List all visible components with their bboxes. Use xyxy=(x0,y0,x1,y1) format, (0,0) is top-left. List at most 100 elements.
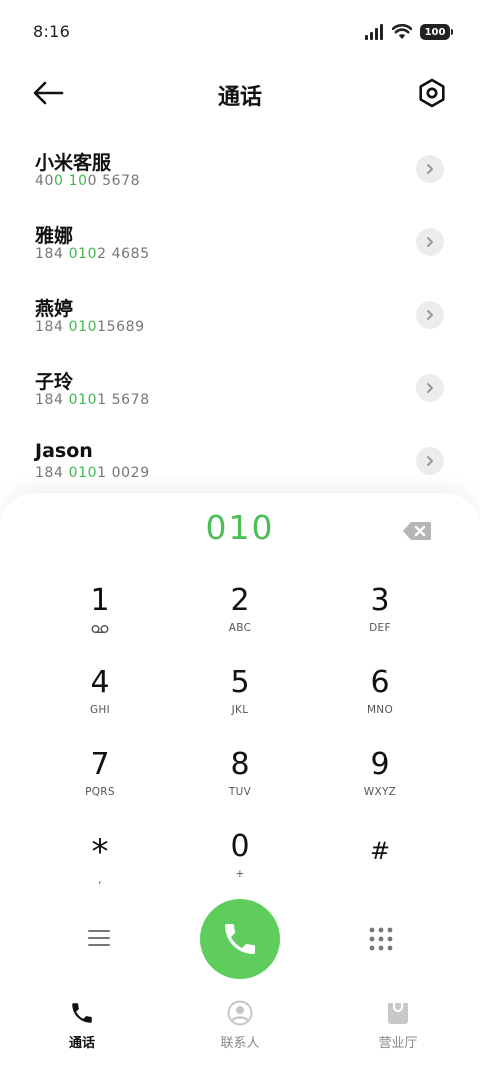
dialpad-actions xyxy=(0,899,480,979)
key-hash[interactable]: # xyxy=(310,821,450,903)
chevron-right-icon[interactable] xyxy=(416,228,444,256)
backspace-icon[interactable] xyxy=(402,521,432,541)
list-item[interactable]: 子玲 184 0101 5678 xyxy=(0,355,480,428)
key-digit: 8 xyxy=(230,747,250,782)
wifi-icon xyxy=(392,24,412,39)
bag-icon xyxy=(388,1003,408,1024)
number-match: 0 10 xyxy=(54,173,88,189)
key-digit: 5 xyxy=(230,665,250,700)
key-digit: 9 xyxy=(370,747,390,782)
key-digit: 1 xyxy=(90,583,110,618)
person-icon xyxy=(227,1000,253,1026)
tab-calls[interactable]: 通话 xyxy=(22,1000,142,1060)
contact-number: 184 0101 5678 xyxy=(35,392,150,408)
key-star[interactable]: * , xyxy=(30,821,170,903)
status-time: 8:16 xyxy=(33,22,71,41)
key-digit: 0 xyxy=(230,829,250,864)
call-button[interactable] xyxy=(200,899,280,979)
tab-store[interactable]: 营业厅 xyxy=(338,1000,458,1060)
chevron-right-icon[interactable] xyxy=(416,447,444,475)
tab-contacts[interactable]: 联系人 xyxy=(180,1000,300,1060)
key-8[interactable]: 8 TUV xyxy=(170,739,310,821)
number-match: 010 xyxy=(68,465,98,481)
contact-number: 184 01015689 xyxy=(35,319,145,335)
status-icons: 100 xyxy=(364,24,453,40)
page-title: 通话 xyxy=(217,85,262,110)
status-bar: 8:16 100 xyxy=(0,0,480,66)
keypad-icon[interactable] xyxy=(368,926,394,952)
key-6[interactable]: 6 MNO xyxy=(310,657,450,739)
contact-name: Jason xyxy=(35,440,93,462)
number-match: 010 xyxy=(68,246,98,262)
number-part: 184 xyxy=(35,319,69,335)
key-digit: 2 xyxy=(230,583,250,618)
list-item[interactable]: 小米客服 400 100 5678 xyxy=(0,136,480,209)
number-part: 1 0029 xyxy=(97,465,150,481)
signal-icon xyxy=(365,24,383,40)
app-header: 通话 xyxy=(0,66,480,122)
list-item[interactable]: 雅娜 184 0102 4685 xyxy=(0,209,480,282)
voicemail-icon xyxy=(91,625,109,633)
chevron-right-icon[interactable] xyxy=(416,301,444,329)
phone-icon xyxy=(72,1003,92,1023)
phone-screen: 8:16 100 通话 小米客服 400 100 5678 雅娜 184 010… xyxy=(0,0,480,1067)
key-5[interactable]: 5 JKL xyxy=(170,657,310,739)
dialpad-panel: 010 1 2 ABC 3 DEF 4 GHI 5 JKL 6 MNO 7 PQ… xyxy=(0,493,480,1067)
number-part: 0 5678 xyxy=(87,173,141,189)
number-part: 2 4685 xyxy=(97,246,150,262)
key-7[interactable]: 7 PQRS xyxy=(30,739,170,821)
key-letters: + xyxy=(235,868,245,880)
key-letters: PQRS xyxy=(85,786,115,798)
battery-level: 100 xyxy=(424,26,446,38)
key-digit: 6 xyxy=(370,665,390,700)
chevron-right-icon[interactable] xyxy=(416,374,444,402)
key-1[interactable]: 1 xyxy=(30,575,170,657)
tab-label: 营业厅 xyxy=(378,1036,418,1051)
key-letters: , xyxy=(98,874,102,886)
dialpad-keys: 1 2 ABC 3 DEF 4 GHI 5 JKL 6 MNO 7 PQRS 8… xyxy=(30,575,450,903)
key-4[interactable]: 4 GHI xyxy=(30,657,170,739)
contact-name: 子玲 xyxy=(35,371,74,393)
contact-number: 184 0101 0029 xyxy=(35,465,150,481)
battery-indicator: 100 xyxy=(420,24,453,40)
list-item[interactable]: Jason 184 0101 0029 xyxy=(0,428,480,501)
bottom-navigation: 通话 联系人 营业厅 xyxy=(0,1000,480,1067)
tab-label: 通话 xyxy=(68,1036,95,1051)
hexagon-settings-icon[interactable] xyxy=(416,77,448,109)
number-part: 184 xyxy=(35,246,69,262)
number-part: 40 xyxy=(35,173,55,189)
key-digit: * xyxy=(91,832,109,872)
key-2[interactable]: 2 ABC xyxy=(170,575,310,657)
key-letters: WXYZ xyxy=(363,786,397,798)
key-letters: TUV xyxy=(228,786,252,798)
key-digit: # xyxy=(369,837,391,865)
contact-name: 燕婷 xyxy=(35,298,74,320)
key-letters: GHI xyxy=(89,704,111,716)
number-match: 010 xyxy=(68,392,98,408)
menu-icon[interactable] xyxy=(86,927,112,949)
key-letters: MNO xyxy=(366,704,394,716)
contact-number: 400 100 5678 xyxy=(35,173,140,189)
key-3[interactable]: 3 DEF xyxy=(310,575,450,657)
key-digit: 7 xyxy=(90,747,110,782)
contact-results-list: 小米客服 400 100 5678 雅娜 184 0102 4685 燕婷 18… xyxy=(0,136,480,501)
number-part: 1 5678 xyxy=(97,392,150,408)
phone-icon xyxy=(225,924,255,954)
list-item[interactable]: 燕婷 184 01015689 xyxy=(0,282,480,355)
key-0[interactable]: 0 + xyxy=(170,821,310,903)
contact-name: 雅娜 xyxy=(35,225,74,247)
number-part: 15689 xyxy=(97,319,145,335)
key-letters: JKL xyxy=(231,704,249,716)
key-digit: 3 xyxy=(370,583,390,618)
key-letters: ABC xyxy=(228,622,252,634)
contact-name: 小米客服 xyxy=(35,152,112,174)
contact-number: 184 0102 4685 xyxy=(35,246,150,262)
chevron-right-icon[interactable] xyxy=(416,155,444,183)
number-part: 184 xyxy=(35,392,69,408)
number-part: 184 xyxy=(35,465,69,481)
number-match: 010 xyxy=(68,319,98,335)
key-9[interactable]: 9 WXYZ xyxy=(310,739,450,821)
tab-label: 联系人 xyxy=(220,1036,260,1051)
key-digit: 4 xyxy=(90,665,110,700)
key-letters: DEF xyxy=(369,622,391,634)
